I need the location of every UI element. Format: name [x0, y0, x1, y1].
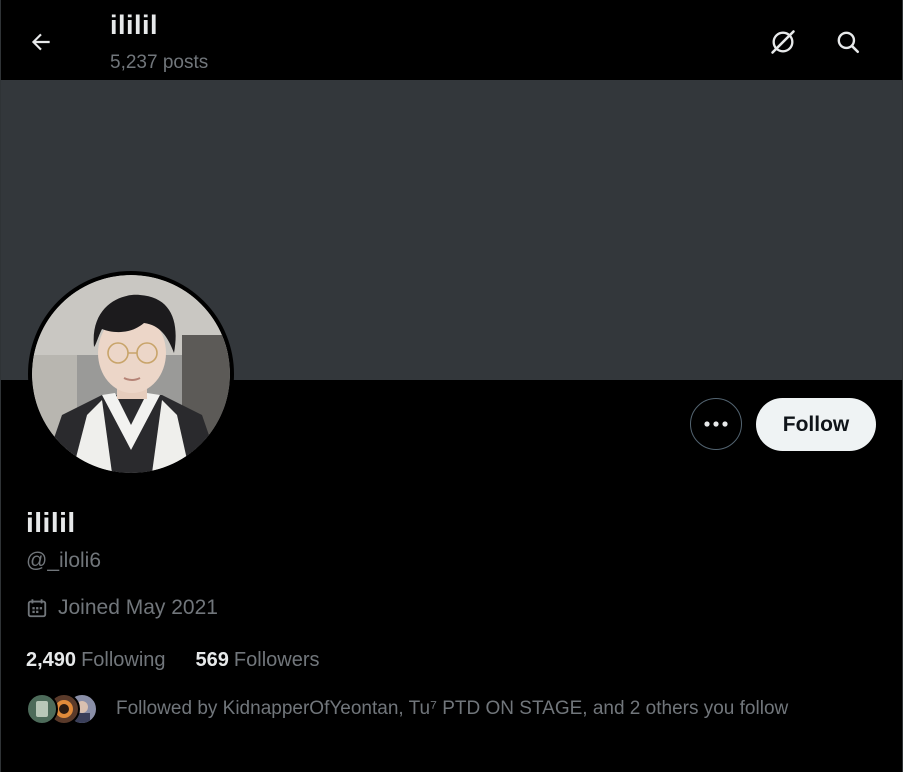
profile-header: ililil 5,237 posts	[1, 0, 902, 80]
grok-button[interactable]	[763, 22, 803, 62]
followed-by-text: Followed by KidnapperOfYeontan, Tu⁷ PTD …	[116, 698, 789, 719]
profile-handle: @_iloli6	[26, 549, 102, 572]
joined-text: Joined May 2021	[58, 596, 218, 619]
arrow-left-icon	[31, 33, 50, 51]
followers-count: 569	[195, 649, 229, 671]
more-options-button[interactable]	[690, 398, 742, 450]
followers-you-know[interactable]: Followed by KidnapperOfYeontan, Tu⁷ PTD …	[26, 691, 788, 727]
mutual-avatars	[26, 691, 102, 727]
follow-button[interactable]: Follow	[756, 398, 876, 451]
more-dots-icon	[704, 421, 728, 427]
profile-display-name: ililil	[26, 507, 76, 538]
search-icon	[837, 31, 860, 54]
search-button[interactable]	[828, 22, 868, 62]
profile-stats: 2,490 Following 569 Followers	[26, 649, 350, 672]
following-count: 2,490	[26, 649, 77, 671]
following-label: Following	[81, 649, 166, 671]
calendar-icon	[26, 597, 48, 619]
followers-link[interactable]: 569 Followers	[196, 649, 320, 672]
mutual-avatar	[26, 693, 58, 725]
following-link[interactable]: 2,490 Following	[26, 649, 166, 672]
back-button[interactable]	[21, 22, 61, 62]
grok-icon	[771, 30, 795, 54]
joined-date: Joined May 2021	[26, 596, 218, 620]
avatar-photo	[32, 275, 230, 473]
header-post-count: 5,237 posts	[110, 52, 209, 73]
followers-label: Followers	[233, 649, 320, 671]
header-title: ililil	[110, 10, 159, 40]
profile-page: ililil 5,237 posts Follow ililil @_iloli…	[0, 0, 903, 772]
profile-avatar[interactable]	[28, 271, 234, 477]
